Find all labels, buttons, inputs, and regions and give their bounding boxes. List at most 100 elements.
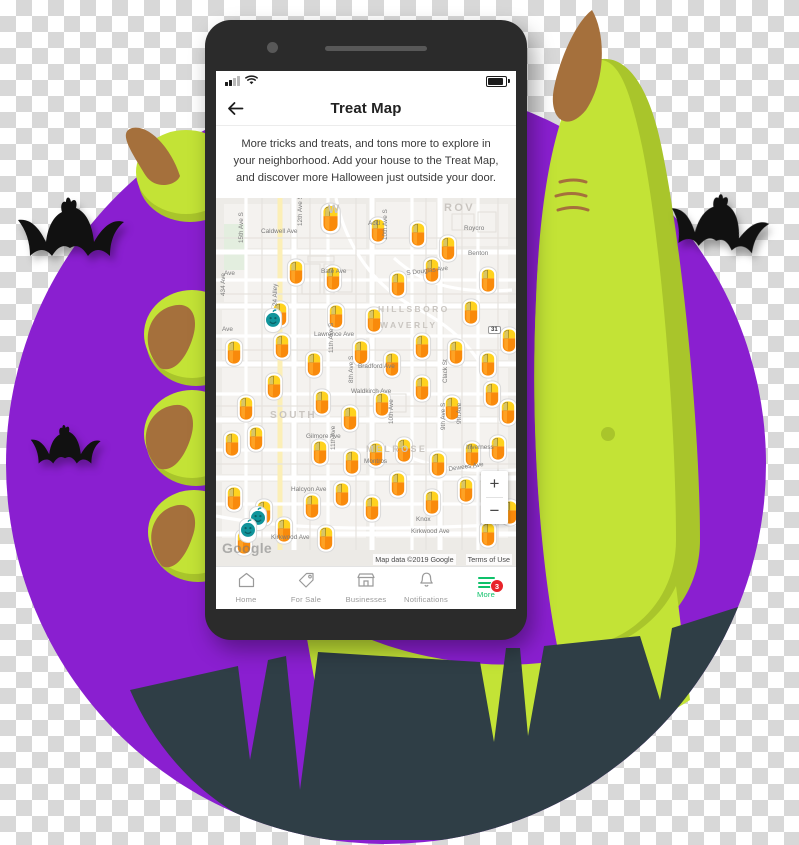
smartphone-mockup: Treat Map More tricks and treats, and to… [205,20,527,640]
tab-more[interactable]: 3 More [456,577,516,599]
candy-corn-pin[interactable] [302,492,322,521]
street-label: 15th Ave S [238,212,245,244]
candy-corn-pin[interactable] [362,494,382,523]
notification-badge: 3 [490,579,504,594]
tab-label: Businesses [345,595,387,604]
bat-bottom-left [28,420,102,478]
app-header: Treat Map [216,91,516,126]
bat-top-right [661,179,776,277]
candy-corn-pin[interactable] [428,450,448,479]
candy-corn-pin[interactable] [286,258,306,287]
street-label: Montros [364,458,388,466]
candy-corn-pin[interactable] [342,448,362,477]
candy-corn-pin[interactable] [340,404,360,433]
home-icon [238,572,255,593]
candy-corn-pin[interactable] [264,372,284,401]
street-label: Caldwell Ave [261,228,298,236]
tab-home[interactable]: Home [216,572,276,604]
street-label: Knox [416,516,431,524]
terms-of-use-link[interactable]: Terms of Use [465,554,512,565]
earpiece-speaker-icon [325,46,427,51]
candy-corn-pin[interactable] [332,480,352,509]
bat-top-left [14,190,126,278]
face-pin[interactable] [263,306,283,335]
candy-corn-pin[interactable] [246,424,266,453]
candy-corn-pin[interactable] [388,470,408,499]
highway-shield-31: 31 [488,326,501,335]
candy-corn-pin[interactable] [224,338,244,367]
tab-label: Notifications [404,595,448,604]
street-label: 11th Ave S [328,323,335,354]
tab-label: For Sale [290,595,322,604]
candy-corn-pin[interactable] [222,430,242,459]
street-label: 11th Ave [330,426,337,451]
back-arrow-icon[interactable] [224,97,246,119]
neighborhood-label: SOUTH [270,410,317,422]
tag-icon [298,572,315,593]
map-data-attribution: Map data ©2019 Google [373,554,456,565]
treat-map[interactable]: MELROSE W ROV HILLSBORO WAVERLY SOUTH Ca… [216,198,516,566]
street-label: Waldkirch Ave [351,388,392,396]
street-label: Roycro [464,225,485,233]
cellular-signal-icon [225,76,240,86]
street-label: 10th Ave S [382,209,389,241]
street-label: 24 Alley [272,284,279,307]
map-attribution-bar: Map data ©2019 Google Terms of Use [216,553,516,566]
candy-corn-pin[interactable] [412,374,432,403]
candy-corn-pin[interactable] [478,520,498,549]
wifi-icon [244,72,258,90]
neighborhood-label: HILLSBORO [378,304,450,315]
zoom-in-button[interactable]: + [481,471,508,497]
candy-corn-pin[interactable] [310,438,330,467]
candy-corn-pin[interactable] [461,298,481,327]
storefront-icon [357,572,375,593]
bottom-tab-bar[interactable]: Home For Sale Businesses Notifications 3… [216,566,516,609]
phone-screen: Treat Map More tricks and treats, and to… [216,71,516,609]
street-label: Ave [224,270,235,278]
status-bar [216,71,516,91]
neighborhood-label: WAVERLY [380,320,438,331]
street-label: Kirkwood Ave [271,534,310,542]
candy-corn-pin[interactable] [272,332,292,361]
neighborhood-label: ROV [444,202,476,215]
street-label: 9th Ave S [440,403,447,431]
map-zoom-controls[interactable]: + − [481,471,508,524]
street-label: 8th Ave S [348,356,355,384]
intro-text: More tricks and treats, and tons more to… [216,126,516,199]
neighborhood-label: MELROSE [366,444,428,455]
candy-corn-pin[interactable] [456,476,476,505]
candy-corn-pin[interactable] [316,524,336,553]
candy-corn-pin[interactable] [478,266,498,295]
zoom-out-button[interactable]: − [481,498,508,524]
candy-corn-pin[interactable] [412,332,432,361]
street-label: Ave [222,326,233,334]
candy-corn-pin[interactable] [498,398,516,427]
candy-corn-pin[interactable] [224,484,244,513]
street-label: 12th Ave S [297,198,304,227]
front-camera-icon [267,42,278,53]
candy-corn-pin[interactable] [388,270,408,299]
street-label: Ackl [368,220,381,228]
neighborhood-label: W [328,202,342,217]
tab-label: Home [235,595,257,604]
candy-corn-pin[interactable] [304,350,324,379]
tab-for-sale[interactable]: For Sale [276,572,336,604]
candy-corn-pin[interactable] [236,394,256,423]
bell-icon [419,572,434,593]
street-label: Halcyon Ave [291,486,327,494]
candy-corn-pin[interactable] [422,488,442,517]
street-label: Bradford Ave [358,363,395,371]
street-label: Kirkwood Ave [411,528,450,536]
page-title: Treat Map [330,99,402,117]
tab-businesses[interactable]: Businesses [336,572,396,604]
street-label: 10th Ave [388,399,395,425]
candy-corn-pin[interactable] [446,338,466,367]
street-label: Inverness [466,444,494,452]
candy-corn-pin[interactable] [478,350,498,379]
phone-top-bezel [205,20,527,76]
candy-corn-pin[interactable] [499,326,516,355]
candy-corn-pin[interactable] [408,220,428,249]
tab-notifications[interactable]: Notifications [396,572,456,604]
battery-icon [486,75,510,87]
street-label: 9th Ave [456,403,463,425]
